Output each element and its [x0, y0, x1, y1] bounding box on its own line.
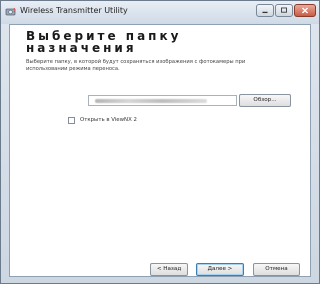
maximize-button[interactable] [275, 4, 293, 17]
open-in-viewnx-label[interactable]: Открыть в ViewNX 2 [80, 117, 137, 124]
title-bar[interactable]: Wireless Transmitter Utility [1, 1, 319, 24]
next-button[interactable]: Далее > [196, 263, 244, 276]
blurred-path-text [95, 99, 207, 103]
close-button[interactable] [294, 4, 316, 17]
browse-button[interactable]: Обзор... [239, 94, 291, 107]
close-icon [301, 7, 309, 14]
destination-folder-input[interactable] [88, 95, 237, 106]
minimize-button[interactable] [256, 4, 274, 17]
page-description: Выберите папку, в которой будут сохранят… [26, 59, 246, 72]
back-button[interactable]: < Назад [150, 263, 188, 276]
window-title: Wireless Transmitter Utility [20, 6, 128, 15]
cancel-button[interactable]: Отмена [253, 263, 300, 276]
page-title: Выберите папку назначения [26, 29, 182, 55]
maximize-icon [281, 7, 287, 13]
minimize-icon [262, 11, 268, 14]
open-in-viewnx-checkbox[interactable] [68, 117, 75, 124]
app-icon [5, 7, 16, 16]
window-controls [256, 4, 316, 17]
